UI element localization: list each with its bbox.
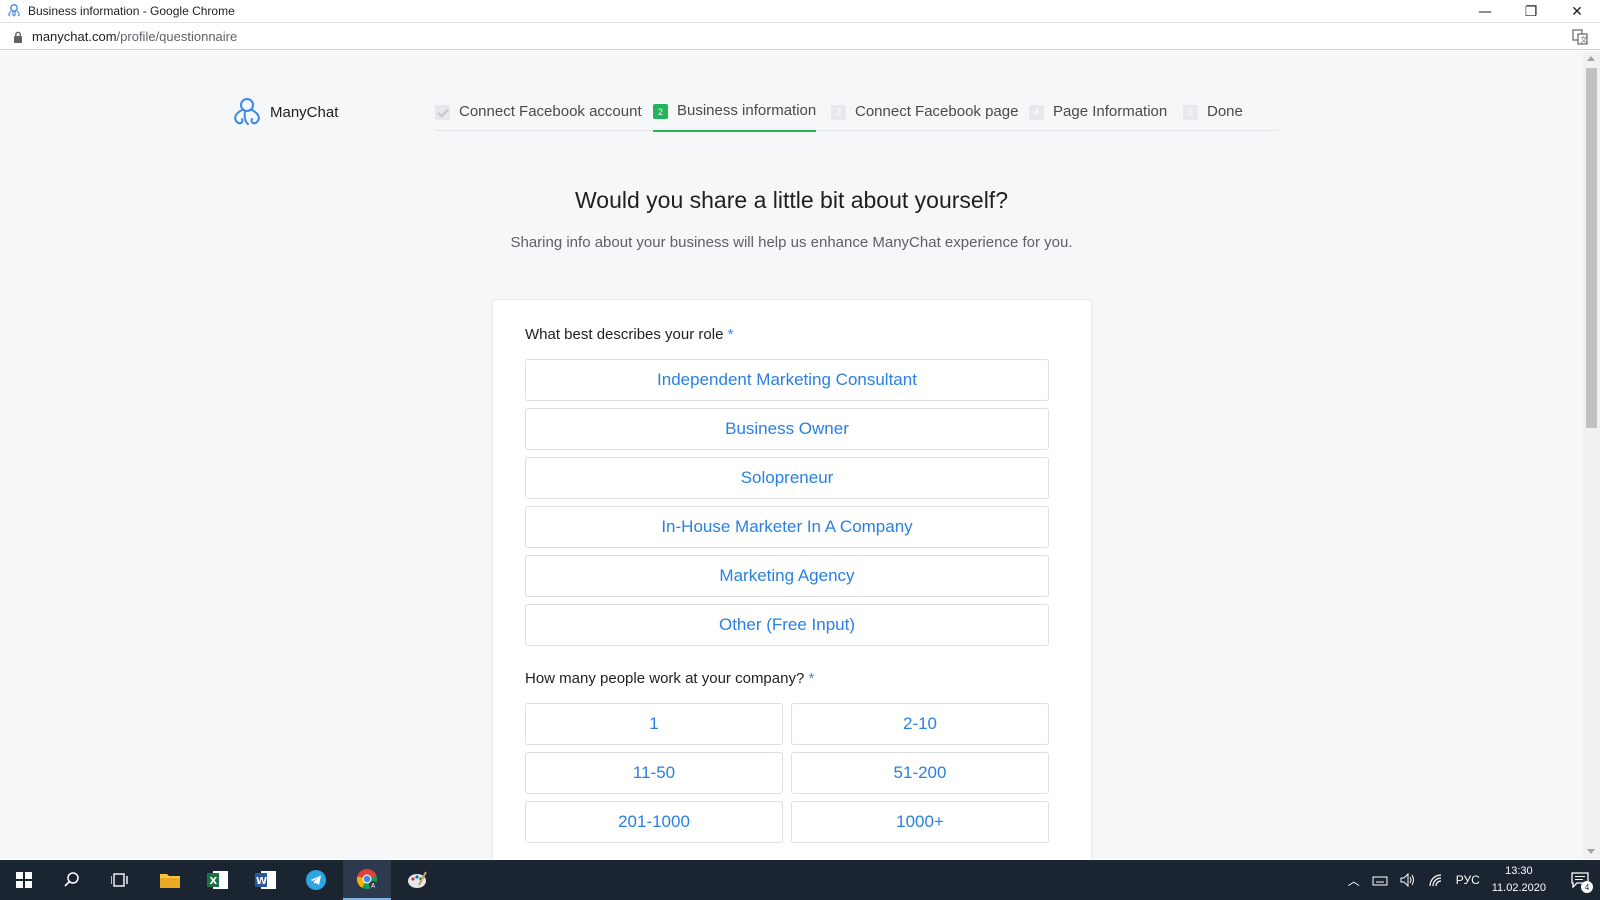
- svg-text:文: 文: [1580, 35, 1587, 44]
- clock-time: 13:30: [1505, 865, 1533, 877]
- size-option-201-1000[interactable]: 201-1000: [525, 801, 783, 843]
- step-number-badge: 4: [1029, 104, 1044, 120]
- role-option-business-owner[interactable]: Business Owner: [525, 408, 1049, 450]
- page-subtitle: Sharing info about your business will he…: [510, 234, 1073, 251]
- action-center-button[interactable]: 4: [1560, 860, 1600, 900]
- checkmark-icon: [435, 104, 450, 120]
- page-title: Would you share a little bit about yours…: [575, 187, 1008, 213]
- url-path: /profile/questionnaire: [116, 29, 238, 44]
- step-label: Connect Facebook page: [855, 102, 1019, 120]
- logo-text: ManyChat: [270, 103, 339, 121]
- role-question-text: What best describes your role: [525, 326, 724, 343]
- size-option-11-50[interactable]: 11-50: [525, 752, 783, 794]
- role-option-solopreneur[interactable]: Solopreneur: [525, 457, 1049, 499]
- role-option-independent-marketing-consultant[interactable]: Independent Marketing Consultant: [525, 359, 1049, 401]
- step-number-badge: 3: [831, 104, 846, 120]
- svg-text:X: X: [210, 876, 218, 887]
- role-option-in-house-marketer[interactable]: In-House Marketer In A Company: [525, 506, 1049, 548]
- scroll-down-arrow-icon[interactable]: [1587, 849, 1595, 854]
- word-button[interactable]: W: [242, 860, 290, 900]
- start-button[interactable]: [0, 860, 48, 900]
- role-question-label: What best describes your role *: [525, 326, 733, 343]
- telegram-button[interactable]: [292, 860, 340, 900]
- wifi-icon[interactable]: [1428, 873, 1444, 887]
- language-indicator[interactable]: РУС: [1456, 873, 1480, 887]
- clock-date: 11.02.2020: [1491, 882, 1546, 894]
- step-label: Done: [1207, 102, 1243, 120]
- minimize-button[interactable]: —: [1462, 0, 1508, 23]
- svg-text:W: W: [256, 876, 267, 887]
- window-title: Business information - Google Chrome: [28, 4, 235, 18]
- windows-taskbar: X W A ︿ РУС 13:30 11.02.2020 4: [0, 860, 1600, 900]
- show-hidden-icons-icon[interactable]: ︿: [1348, 872, 1360, 889]
- window-title-bar: Business information - Google Chrome — ❐…: [0, 0, 1600, 23]
- file-explorer-button[interactable]: [146, 860, 194, 900]
- step-connect-facebook-account[interactable]: Connect Facebook account: [435, 95, 642, 131]
- step-number-badge: 2: [653, 104, 668, 119]
- step-connect-facebook-page[interactable]: 3 Connect Facebook page: [831, 95, 1018, 131]
- excel-icon: X: [207, 871, 228, 889]
- folder-icon: [160, 874, 180, 888]
- company-size-question-label: How many people work at your company? *: [525, 670, 814, 687]
- chrome-button[interactable]: A: [343, 860, 391, 900]
- step-number-badge: 5: [1183, 104, 1198, 120]
- step-label: Page Information: [1053, 102, 1168, 120]
- size-option-1000-plus[interactable]: 1000+: [791, 801, 1049, 843]
- keyboard-icon[interactable]: [1372, 873, 1388, 887]
- restore-button[interactable]: ❐: [1508, 0, 1554, 23]
- questionnaire-card: What best describes your role * Independ…: [492, 299, 1092, 859]
- volume-icon[interactable]: [1400, 873, 1416, 887]
- page-scrollbar[interactable]: [1583, 51, 1600, 859]
- scrollbar-thumb[interactable]: [1586, 68, 1597, 428]
- search-icon: [64, 872, 79, 887]
- address-bar[interactable]: manychat.com/profile/questionnaire 文: [0, 24, 1600, 50]
- manychat-logo[interactable]: ManyChat: [230, 96, 338, 128]
- onboarding-steps: Connect Facebook account 2 Business info…: [435, 95, 1278, 132]
- step-done[interactable]: 5 Done: [1183, 95, 1243, 131]
- step-business-information[interactable]: 2 Business information: [653, 95, 817, 132]
- manychat-favicon-icon: [8, 4, 20, 17]
- role-option-other[interactable]: Other (Free Input): [525, 604, 1049, 646]
- role-option-marketing-agency[interactable]: Marketing Agency: [525, 555, 1049, 597]
- url-text[interactable]: manychat.com/profile/questionnaire: [32, 29, 237, 44]
- word-icon: W: [255, 871, 276, 889]
- windows-logo-icon: [16, 872, 32, 888]
- paint-palette-icon: [408, 871, 427, 888]
- company-size-question-text: How many people work at your company?: [525, 670, 805, 687]
- lock-icon: [14, 31, 22, 43]
- paint-button[interactable]: [393, 860, 441, 900]
- window-controls: — ❐ ✕: [1462, 0, 1600, 23]
- telegram-icon: [306, 870, 326, 890]
- close-button[interactable]: ✕: [1554, 0, 1600, 23]
- size-option-51-200[interactable]: 51-200: [791, 752, 1049, 794]
- size-option-2-10[interactable]: 2-10: [791, 703, 1049, 745]
- required-mark: *: [727, 326, 734, 343]
- system-tray: ︿ РУС 13:30 11.02.2020 4: [1348, 860, 1600, 900]
- translate-icon[interactable]: 文: [1572, 29, 1588, 45]
- excel-button[interactable]: X: [194, 860, 242, 900]
- taskbar-clock[interactable]: 13:30 11.02.2020: [1492, 863, 1546, 897]
- scroll-up-arrow-icon[interactable]: [1587, 56, 1595, 61]
- url-domain: manychat.com: [32, 29, 117, 44]
- step-label: Business information: [677, 102, 817, 119]
- search-button[interactable]: [48, 860, 96, 900]
- step-page-information[interactable]: 4 Page Information: [1029, 95, 1167, 131]
- page-content: ManyChat Connect Facebook account 2 Busi…: [0, 51, 1583, 859]
- notification-count-badge: 4: [1581, 881, 1593, 893]
- chrome-icon: A: [356, 869, 377, 890]
- step-label: Connect Facebook account: [459, 102, 642, 120]
- manychat-logo-icon: [234, 98, 260, 125]
- required-mark: *: [808, 670, 815, 687]
- size-option-1[interactable]: 1: [525, 703, 783, 745]
- task-view-button[interactable]: [96, 860, 144, 900]
- task-view-icon: [111, 873, 128, 887]
